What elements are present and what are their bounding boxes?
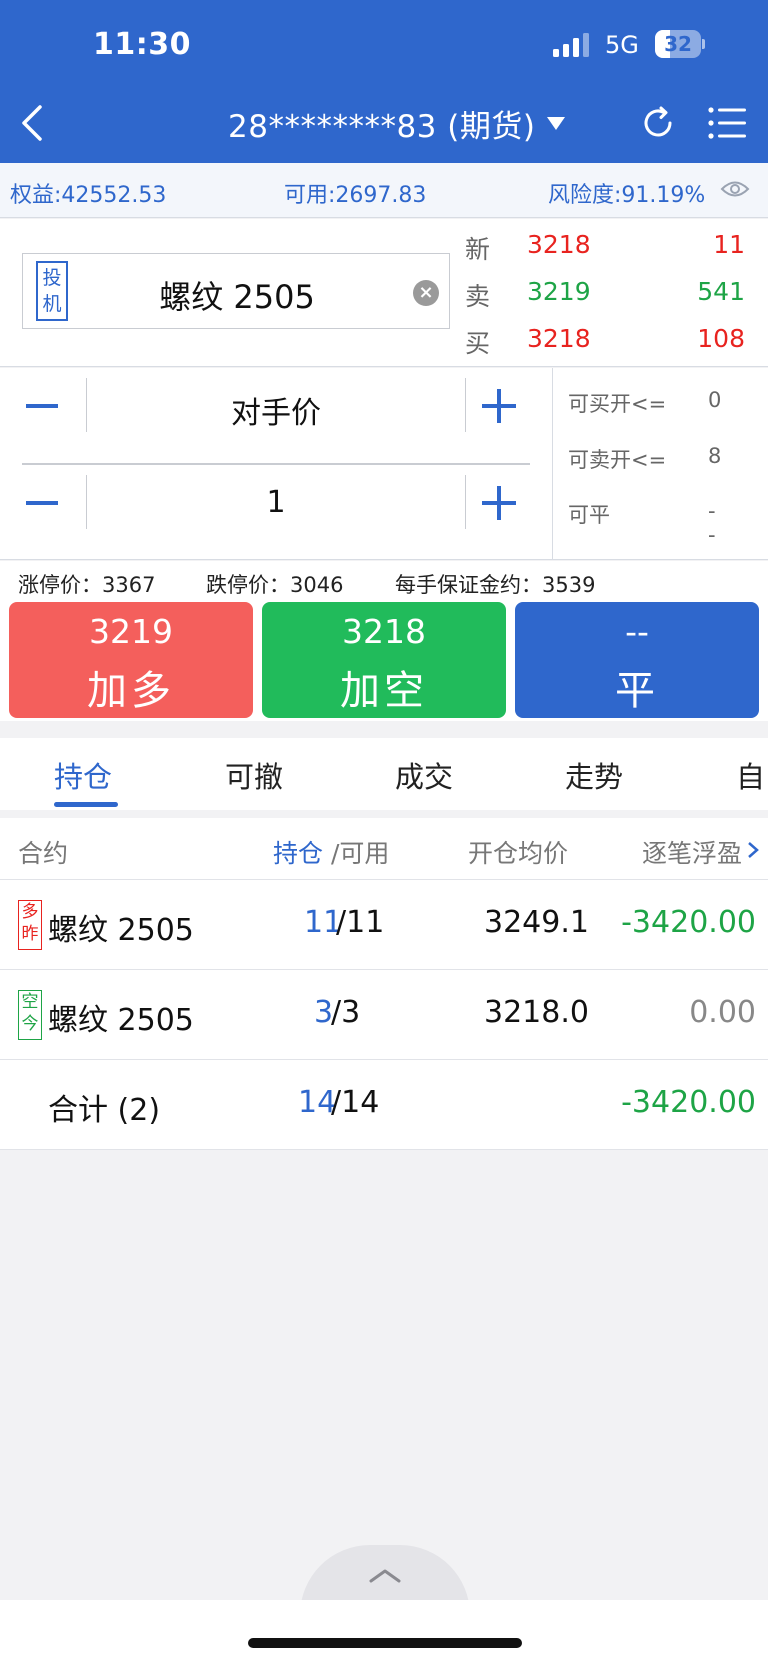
- tab-trades[interactable]: 成交: [395, 754, 453, 796]
- active-tab-indicator: [54, 802, 118, 807]
- home-indicator[interactable]: [248, 1638, 522, 1648]
- status-time: 11:30: [93, 27, 191, 62]
- row-avg-price: 3249.1: [484, 905, 589, 940]
- row-avg-price: 3218.0: [484, 995, 589, 1030]
- contract-quote-section: 投机 螺纹 2505 × 新 3218 11 卖 3219 541 买 3218…: [0, 219, 768, 367]
- header-pnl: 逐笔浮盈: [642, 839, 743, 868]
- account-selector[interactable]: 28********83 (期货): [228, 101, 566, 146]
- total-label: 合计 (2): [48, 1093, 161, 1128]
- short-today-badge: 空今: [18, 990, 42, 1040]
- chevron-up-icon: [369, 1569, 401, 1583]
- quote-row-last: 新 3218 11: [465, 230, 765, 270]
- positions-table: 合约 持仓 /可用 开仓均价 逐笔浮盈 多昨 螺纹 2505 11 /11 32…: [0, 818, 768, 1150]
- account-info-bar: 权益:42552.53 可用:2697.83 风险度:91.19%: [0, 163, 768, 218]
- network-type: 5G: [605, 31, 639, 59]
- add-short-button[interactable]: 3218 加空: [262, 602, 506, 718]
- row-pnl: -3420.00: [621, 905, 756, 940]
- table-row[interactable]: 空今 螺纹 2505 3 /3 3218.0 0.00: [0, 970, 768, 1060]
- row-available: /3: [331, 995, 361, 1030]
- equity-text: 权益:42552.53: [10, 183, 167, 208]
- table-header: 合约 持仓 /可用 开仓均价 逐笔浮盈: [0, 818, 768, 880]
- table-row[interactable]: 多昨 螺纹 2505 11 /11 3249.1 -3420.00: [0, 880, 768, 970]
- total-available: /14: [331, 1085, 380, 1120]
- eye-icon[interactable]: [720, 178, 750, 200]
- divider: [22, 463, 530, 465]
- caret-down-icon: [547, 117, 566, 130]
- header-available[interactable]: /可用: [331, 834, 389, 870]
- can-close: 可平 --: [568, 499, 716, 547]
- quantity-stepper: 1: [22, 473, 530, 533]
- tab-custom[interactable]: 自: [736, 754, 765, 796]
- header-position[interactable]: 持仓: [273, 834, 323, 870]
- back-button[interactable]: [18, 103, 48, 143]
- contract-name: 螺纹 2505: [159, 278, 315, 316]
- quantity-minus-button[interactable]: [22, 473, 64, 533]
- total-pnl: -3420.00: [621, 1085, 756, 1120]
- quote-price: 3218: [527, 324, 591, 353]
- refresh-button[interactable]: [640, 105, 676, 141]
- signal-icon: [553, 33, 589, 57]
- row-pnl: 0.00: [689, 995, 756, 1030]
- quote-volume: 108: [697, 324, 745, 353]
- can-buy-open: 可买开<= 0: [568, 388, 722, 416]
- row-available: /11: [336, 905, 385, 940]
- price-mode-input[interactable]: 对手价: [87, 388, 465, 432]
- menu-button[interactable]: [708, 105, 748, 141]
- price-minus-button[interactable]: [22, 376, 64, 436]
- quote-label: 卖: [465, 282, 491, 311]
- quantity-plus-button[interactable]: [478, 473, 520, 533]
- header-avg-price: 开仓均价: [468, 839, 569, 868]
- long-yesterday-badge: 多昨: [18, 900, 42, 950]
- close-position-button[interactable]: -- 平: [515, 602, 759, 718]
- quote-price: 3218: [527, 230, 591, 259]
- limit-up-price: 涨停价：3367: [18, 573, 156, 597]
- tab-cancelable[interactable]: 可撤: [225, 754, 283, 796]
- add-long-button[interactable]: 3219 加多: [9, 602, 253, 718]
- tab-trend[interactable]: 走势: [565, 754, 623, 796]
- limit-prices-row: 涨停价：3367 跌停价：3046 每手保证金约：3539: [0, 561, 768, 599]
- top-header: 11:30 5G 32 28********83 (期货): [0, 0, 768, 163]
- header-contract: 合约: [18, 839, 69, 868]
- tab-positions[interactable]: 持仓: [54, 754, 112, 796]
- table-total-row: 合计 (2) 14 /14 -3420.00: [0, 1060, 768, 1150]
- limit-down-price: 跌停价：3046: [206, 573, 344, 597]
- clear-icon[interactable]: ×: [413, 280, 439, 306]
- battery-level: 32: [664, 32, 692, 56]
- order-panel: 对手价 1 可买开<= 0 可卖开<= 8 可平 --: [0, 368, 768, 560]
- trade-actions: 3219 加多 3218 加空 -- 平: [0, 599, 768, 721]
- battery-icon: 32: [655, 30, 705, 58]
- account-label: 28********83 (期货): [228, 109, 536, 145]
- quote-volume: 541: [697, 277, 745, 306]
- margin-per-lot: 每手保证金约：3539: [395, 573, 596, 597]
- quote-price: 3219: [527, 277, 591, 306]
- can-sell-open: 可卖开<= 8: [568, 444, 722, 472]
- home-area: [0, 1600, 768, 1662]
- row-contract: 螺纹 2505: [48, 913, 194, 948]
- quote-row-ask: 卖 3219 541: [465, 277, 765, 317]
- quote-row-bid: 买 3218 108: [465, 324, 765, 364]
- risk-text: 风险度:91.19%: [548, 183, 706, 208]
- price-plus-button[interactable]: [478, 376, 520, 436]
- quote-volume: 11: [713, 230, 745, 259]
- contract-selector[interactable]: 投机 螺纹 2505 ×: [22, 253, 450, 329]
- price-stepper: 对手价: [22, 376, 530, 436]
- quantity-input[interactable]: 1: [87, 485, 465, 520]
- chevron-right-icon[interactable]: [746, 840, 760, 860]
- quote-label: 买: [465, 329, 491, 358]
- row-contract: 螺纹 2505: [48, 1003, 194, 1038]
- available-text: 可用:2697.83: [284, 183, 427, 208]
- quote-label: 新: [465, 235, 491, 264]
- bottom-tabs: 持仓 可撤 成交 走势 自: [0, 738, 768, 810]
- available-limits-panel: 可买开<= 0 可卖开<= 8 可平 --: [552, 368, 768, 560]
